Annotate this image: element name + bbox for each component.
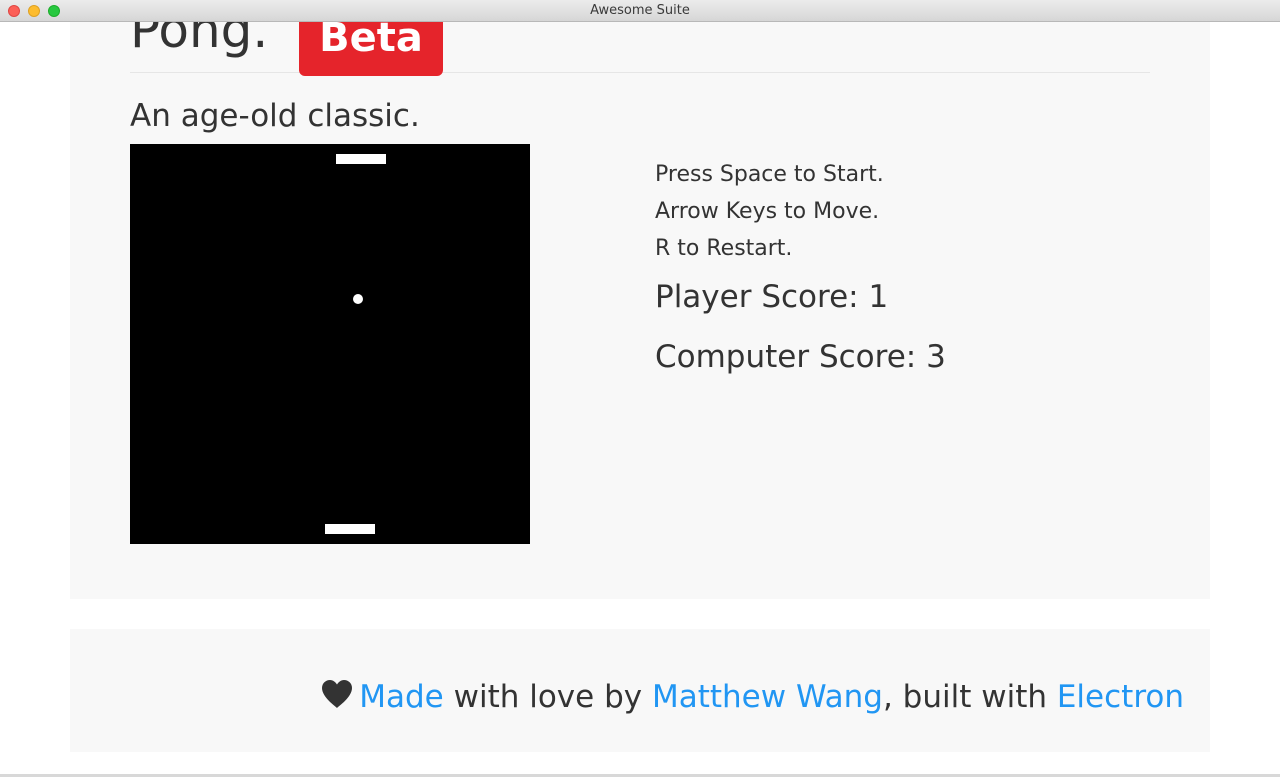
instruction-move: Arrow Keys to Move. bbox=[655, 199, 880, 224]
computer-score: Computer Score: 3 bbox=[655, 339, 946, 375]
game-info: Press Space to Start. Arrow Keys to Move… bbox=[655, 156, 1135, 387]
player-score: Player Score: 1 bbox=[655, 279, 889, 315]
footer-text-built-with: , built with bbox=[882, 679, 1057, 715]
player-paddle bbox=[325, 524, 375, 534]
pong-ball bbox=[353, 294, 363, 304]
pong-game-canvas[interactable] bbox=[130, 144, 530, 544]
page-title: Pong. bbox=[130, 22, 269, 59]
app-window: Awesome Suite Pong. Beta An age-old clas… bbox=[0, 0, 1280, 777]
page-footer: Made with love by Matthew Wang, built wi… bbox=[70, 629, 1210, 752]
author-link[interactable]: Matthew Wang bbox=[652, 679, 883, 715]
page-header: Pong. Beta bbox=[130, 22, 1150, 76]
main-panel: Pong. Beta An age-old classic. Press Spa… bbox=[70, 22, 1210, 599]
footer-text-with-love: with love by bbox=[443, 679, 652, 715]
heart-icon bbox=[322, 680, 353, 708]
electron-link[interactable]: Electron bbox=[1057, 679, 1184, 715]
window-title: Awesome Suite bbox=[590, 3, 690, 18]
made-link[interactable]: Made bbox=[359, 679, 444, 715]
instruction-restart: R to Restart. bbox=[655, 236, 793, 261]
page-subtitle: An age-old classic. bbox=[130, 98, 420, 134]
beta-badge: Beta bbox=[299, 22, 443, 76]
title-bar: Awesome Suite bbox=[0, 0, 1280, 22]
footer-credits: Made with love by Matthew Wang, built wi… bbox=[321, 677, 1184, 717]
page-content: Pong. Beta An age-old classic. Press Spa… bbox=[0, 22, 1280, 777]
instruction-start: Press Space to Start. bbox=[655, 162, 884, 187]
computer-paddle bbox=[336, 154, 386, 164]
